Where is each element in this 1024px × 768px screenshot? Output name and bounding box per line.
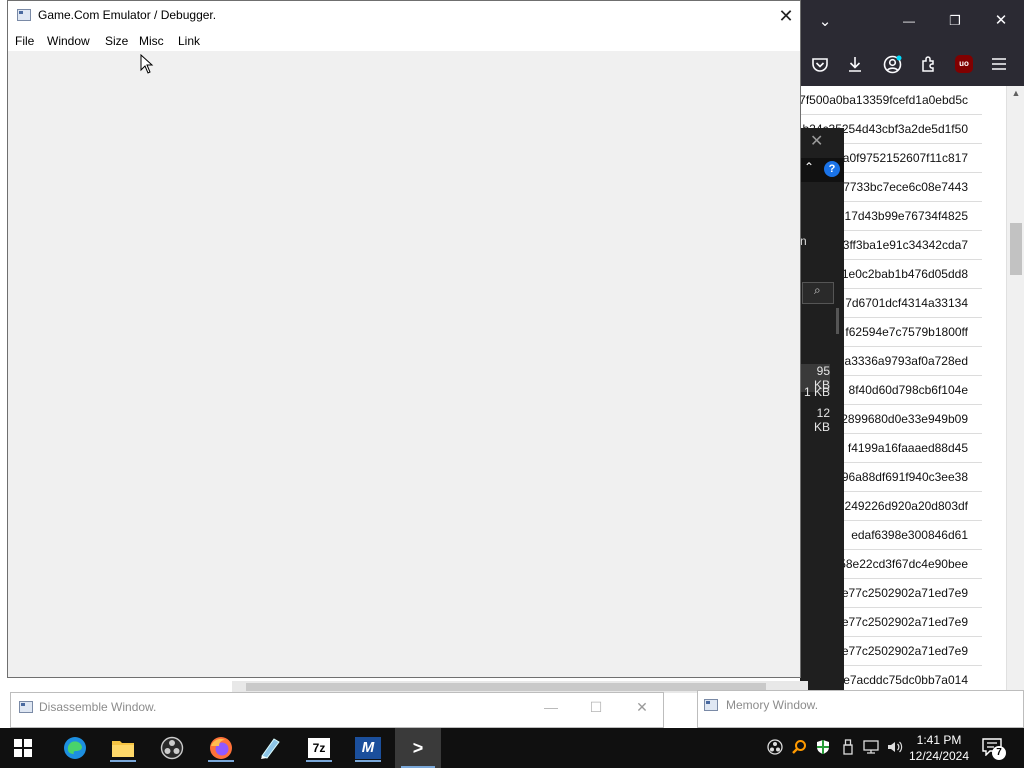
panel-text-fragment: n [800,234,807,248]
clock-date: 12/24/2024 [908,749,970,763]
menu-link[interactable]: Link [178,34,200,48]
hash-value: ce77c2502902a71ed7e9 [835,586,968,600]
disassemble-window: Disassemble Window. — ☐ ✕ [10,692,664,728]
download-icon[interactable] [846,55,864,73]
hash-value: 2899680d0e33e949b09 [841,412,968,426]
memory-window-title: Memory Window. [726,698,819,712]
extensions-icon[interactable] [920,55,938,73]
browser-titlebar: ⌄ — ❐ ✕ [800,0,1024,44]
hash-value: 07733bc7ece6c08e7443 [836,180,968,194]
help-icon[interactable]: ? [824,161,840,177]
menu-bar: File Window Size Misc Link [8,31,800,51]
ublock-icon[interactable]: uo [955,55,973,73]
usb-icon[interactable] [839,739,857,757]
clock[interactable]: 1:41 PM 12/24/2024 [906,732,972,764]
obs-icon[interactable] [157,734,187,762]
defender-icon[interactable] [814,739,832,757]
page-scrollbar[interactable]: ▲ [1006,86,1024,691]
terminal-label: > [412,737,424,758]
restore-icon[interactable]: ❐ [944,11,966,31]
edge-icon[interactable] [60,734,90,762]
hash-value: a3336a9793af0a728ed [844,354,968,368]
memory-window: Memory Window. [697,690,1024,728]
hash-value: 58e22cd3f67dc4e90bee [839,557,968,571]
start-icon[interactable] [8,734,38,762]
7zip-icon[interactable]: 7z [304,734,334,762]
maximize-icon[interactable]: ☐ [584,696,608,718]
clock-time: 1:41 PM [916,733,962,747]
hash-value: 17d43b99e76734f4825 [844,209,968,223]
close-icon[interactable]: ✕ [630,696,654,718]
hash-value: a0f9752152607f11c817 [842,151,968,165]
pocket-icon[interactable] [811,56,829,74]
menu-size[interactable]: Size [105,34,128,48]
scroll-up-arrow-icon[interactable]: ▲ [1010,88,1022,98]
app-window-icon [19,701,33,713]
search-icon: ⌕ [814,283,821,297]
file-size-label: 12 KB [813,406,830,434]
hash-value: f4199a16faaaed88d45 [847,441,968,455]
hash-value: 96a88df691f940c3ee38 [841,470,968,484]
notepad-icon[interactable] [255,734,285,762]
hash-value: b1e0c2bab1b476d05dd8 [835,267,968,281]
menu-window[interactable]: Window [47,34,90,48]
mame-label: M [355,737,381,759]
hash-value: 8f40d60d798cb6f104e [848,383,968,397]
file-explorer-icon[interactable] [108,734,138,762]
hash-value: 5249226d920a20d803df [837,499,968,513]
disassemble-window-title: Disassemble Window. [39,700,157,714]
hash-value: ce77c2502902a71ed7e9 [835,644,968,658]
emulator-main-window: Game.Com Emulator / Debugger. ✕ File Win… [7,0,808,693]
app-window-icon [17,9,31,21]
browser-toolbar: uo [800,44,1024,86]
app-window-icon [704,699,718,711]
hash-row: 7f500a0ba13359fcefd1a0ebd5c [800,86,982,115]
7zip-label: 7z [308,738,330,758]
taskbar: 7z M > 1:41 PM 12/24/2024 7 [0,728,1024,768]
hash-value: 3ff3ba1e91c34342cda7 [842,238,968,252]
mouse-cursor-icon [140,54,154,74]
hash-value: edaf6398e300846d61 [851,528,968,542]
tab-list-chevron-icon[interactable]: ⌄ [814,12,836,32]
mame-icon[interactable]: M [353,734,383,762]
panel-close-icon[interactable]: ✕ [810,132,823,152]
close-icon[interactable]: ✕ [774,4,798,28]
obs-tray-icon[interactable] [766,739,784,757]
hash-value: 7d6701dcf4314a33134 [845,296,968,310]
terminal-icon[interactable]: > [395,728,441,768]
main-titlebar[interactable]: Game.Com Emulator / Debugger. ✕ [8,1,800,31]
hash-value: 7f500a0ba13359fcefd1a0ebd5c [800,93,968,107]
hash-value: ce77c2502902a71ed7e9 [835,615,968,629]
account-icon[interactable] [883,55,902,74]
menu-file[interactable]: File [15,34,34,48]
file-size-label: 1 KB [803,385,830,399]
notification-count-badge: 7 [992,746,1006,760]
emulator-display-area[interactable] [8,51,800,677]
panel-divider [836,308,839,334]
browser-close-icon[interactable]: ✕ [990,11,1012,31]
menu-icon[interactable] [991,56,1007,72]
collapse-chevron-icon[interactable]: ⌃ [804,160,814,174]
scroll-thumb[interactable] [1010,223,1022,275]
minimize-icon[interactable]: — [898,11,920,31]
network-icon[interactable] [862,739,880,757]
minimize-icon[interactable]: — [539,696,563,718]
volume-icon[interactable] [886,739,904,757]
menu-misc[interactable]: Misc [139,34,164,48]
search-tray-icon[interactable] [790,739,808,757]
hash-value: f62594e7c7579b1800ff [845,325,968,339]
firefox-icon[interactable] [206,734,236,762]
window-title: Game.Com Emulator / Debugger. [38,8,217,22]
overlay-side-panel: ✕ ⌃ ? n ⌕ 95 KB 1 KB 12 KB [800,128,844,690]
